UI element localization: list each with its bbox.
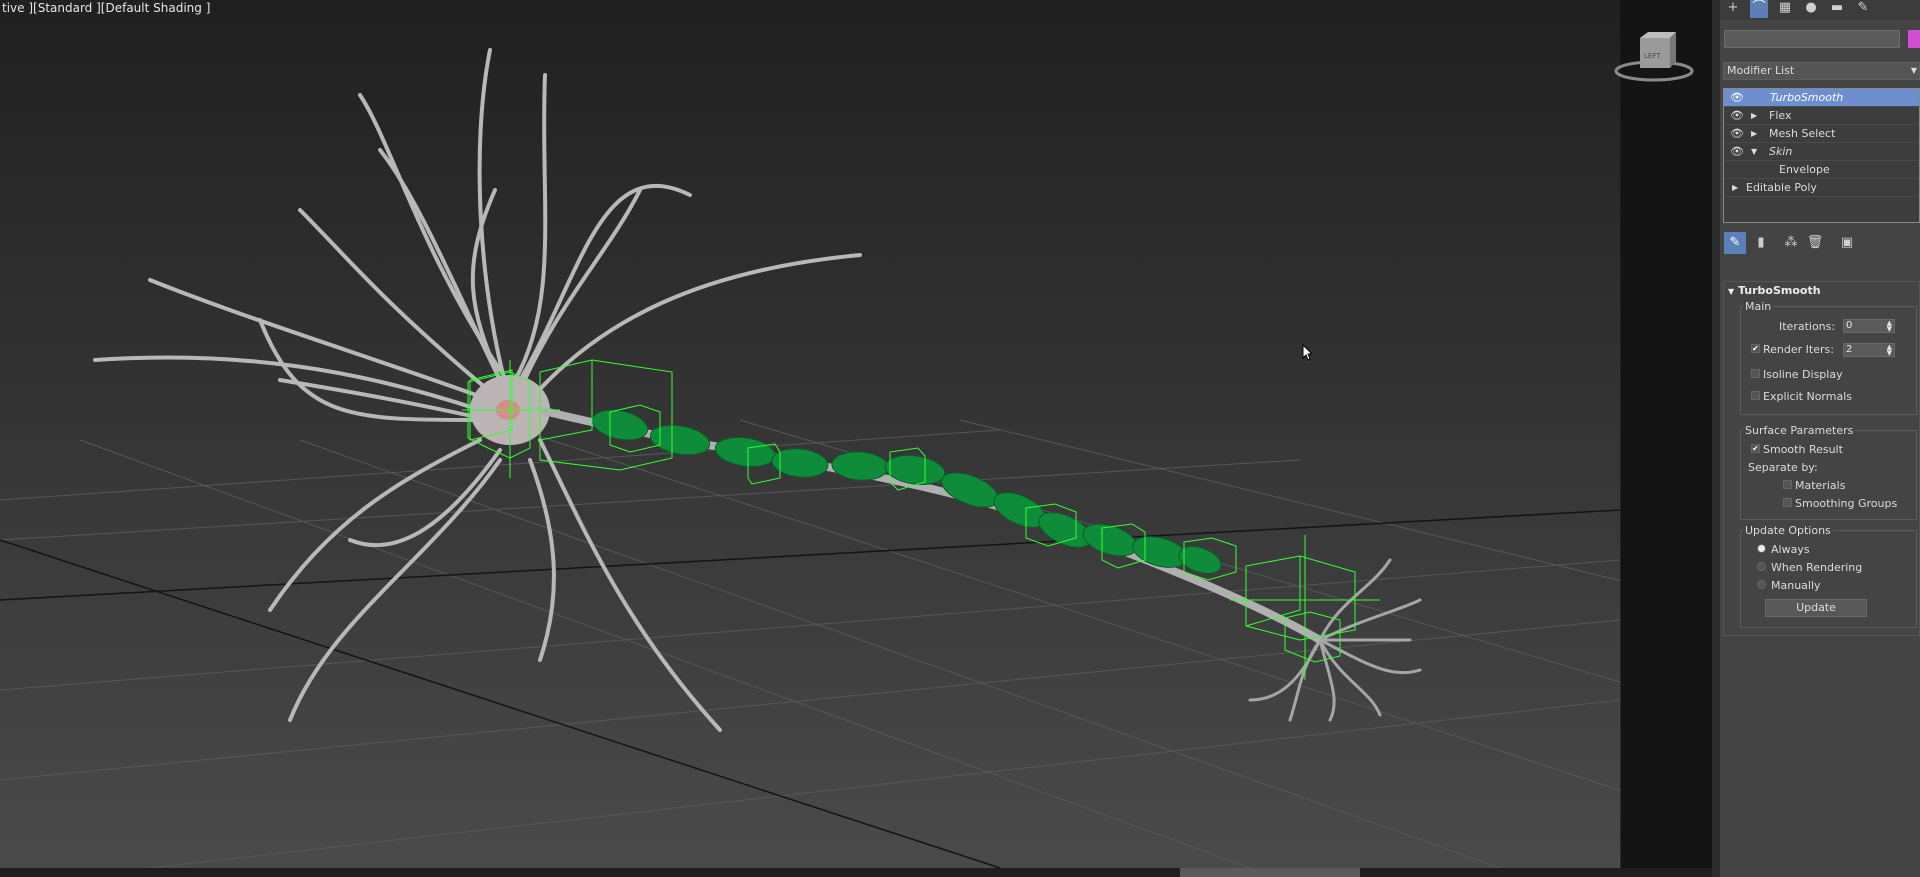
stack-item-editable-poly[interactable]: ▶ Editable Poly — [1724, 179, 1919, 197]
create-icon[interactable]: + — [1724, 0, 1742, 18]
pin-stack-icon[interactable]: ✎ — [1724, 232, 1746, 254]
iterations-spinner[interactable]: 0 ▲ ▼ — [1843, 319, 1895, 333]
expand-arrow-icon[interactable]: ▶ — [1751, 107, 1757, 125]
rollout-collapse-icon[interactable]: ▼ — [1728, 287, 1734, 296]
turbosmooth-rollout: ▼ TurboSmooth Main Iterations: 0 ▲ ▼ ✔ Ren… — [1723, 281, 1920, 636]
remove-modifier-icon[interactable]: 🗑 — [1804, 232, 1826, 254]
motion-icon[interactable]: ● — [1802, 0, 1820, 18]
stack-item-flex[interactable]: 👁 ▶ Flex — [1724, 107, 1919, 125]
always-radio[interactable] — [1757, 544, 1766, 553]
mouse-cursor-icon — [1302, 344, 1314, 362]
smooth-result-checkbox[interactable]: ✔ — [1751, 444, 1760, 453]
viewcube-face-label: LEFT — [1644, 52, 1661, 60]
chevron-down-icon: ▼ — [1910, 66, 1917, 75]
render-iters-checkbox[interactable]: ✔ — [1751, 344, 1760, 353]
explicit-normals-checkbox[interactable] — [1751, 391, 1760, 400]
expand-arrow-icon[interactable]: ▶ — [1751, 125, 1757, 143]
modifier-list-dropdown[interactable]: Modifier List ▼ — [1723, 62, 1920, 80]
display-icon[interactable]: ▬ — [1828, 0, 1846, 18]
object-color-swatch[interactable] — [1908, 30, 1920, 48]
stack-item-label: Editable Poly — [1746, 181, 1817, 194]
stack-item-label: Skin — [1769, 145, 1793, 158]
expand-arrow-icon[interactable]: ▶ — [1732, 179, 1738, 197]
smoothing-groups-checkbox[interactable] — [1783, 498, 1792, 507]
stack-item-skin[interactable]: 👁 ▼ Skin — [1724, 143, 1919, 161]
rollout-title[interactable]: ▼ TurboSmooth — [1728, 284, 1821, 297]
eye-icon[interactable]: 👁 — [1730, 107, 1744, 125]
eye-icon[interactable]: 👁 — [1730, 125, 1744, 143]
stack-toolbar: ✎ ▮ ⁂ 🗑 ▣ — [1720, 232, 1920, 254]
object-name-field[interactable] — [1724, 30, 1900, 48]
make-unique-icon[interactable]: ⁂ — [1780, 232, 1802, 254]
modifier-list-label: Modifier List — [1727, 64, 1795, 77]
isoline-display-checkbox[interactable] — [1751, 369, 1760, 378]
viewport-label[interactable]: tive ][Standard ][Default Shading ] — [2, 1, 210, 15]
show-end-result-icon[interactable]: ▮ — [1750, 232, 1772, 254]
update-options-group: Update Options Always When Rendering Man… — [1740, 524, 1917, 628]
stack-subitem-envelope[interactable]: Envelope — [1724, 161, 1919, 179]
perspective-viewport[interactable]: LEFT tive ][Standard ][Default Shading ] — [0, 0, 1712, 868]
manually-radio[interactable] — [1757, 580, 1766, 589]
stack-item-mesh-select[interactable]: 👁 ▶ Mesh Select — [1724, 125, 1919, 143]
timeline-slider[interactable] — [1180, 868, 1360, 877]
viewport-divider — [1712, 0, 1720, 877]
modifier-stack[interactable]: 👁 TurboSmooth 👁 ▶ Flex 👁 ▶ Mesh Select 👁… — [1723, 88, 1920, 223]
stack-item-turbosmooth[interactable]: 👁 TurboSmooth — [1724, 89, 1919, 107]
utilities-icon[interactable]: ✎ — [1854, 0, 1872, 18]
main-group: Main Iterations: 0 ▲ ▼ ✔ Render Iters: 2 ▲ ▼… — [1740, 300, 1917, 415]
eye-icon[interactable]: 👁 — [1730, 89, 1744, 107]
stack-item-label: Mesh Select — [1769, 127, 1836, 140]
when-rendering-radio[interactable] — [1757, 562, 1766, 571]
hierarchy-icon[interactable]: ▦ — [1776, 0, 1794, 18]
collapse-arrow-icon[interactable]: ▼ — [1751, 143, 1757, 161]
materials-checkbox[interactable] — [1783, 480, 1792, 489]
command-panel-tabs: + ⌒ ▦ ● ▬ ✎ — [1720, 0, 1920, 20]
viewport-scene: LEFT — [0, 0, 1712, 868]
eye-icon[interactable]: 👁 — [1730, 143, 1744, 161]
surface-parameters-group: Surface Parameters ✔ Smooth Result Separ… — [1740, 424, 1917, 520]
update-button[interactable]: Update — [1765, 599, 1867, 617]
command-panel: + ⌒ ▦ ● ▬ ✎ Modifier List ▼ 👁 TurboSmoot… — [1720, 0, 1920, 877]
configure-modifier-sets-icon[interactable]: ▣ — [1836, 232, 1858, 254]
stack-item-label: TurboSmooth — [1770, 91, 1844, 104]
stack-item-label: Flex — [1769, 109, 1792, 122]
modify-icon[interactable]: ⌒ — [1750, 0, 1768, 18]
render-iters-spinner[interactable]: 2 ▲ ▼ — [1843, 343, 1895, 357]
stack-item-label: Envelope — [1779, 163, 1830, 176]
